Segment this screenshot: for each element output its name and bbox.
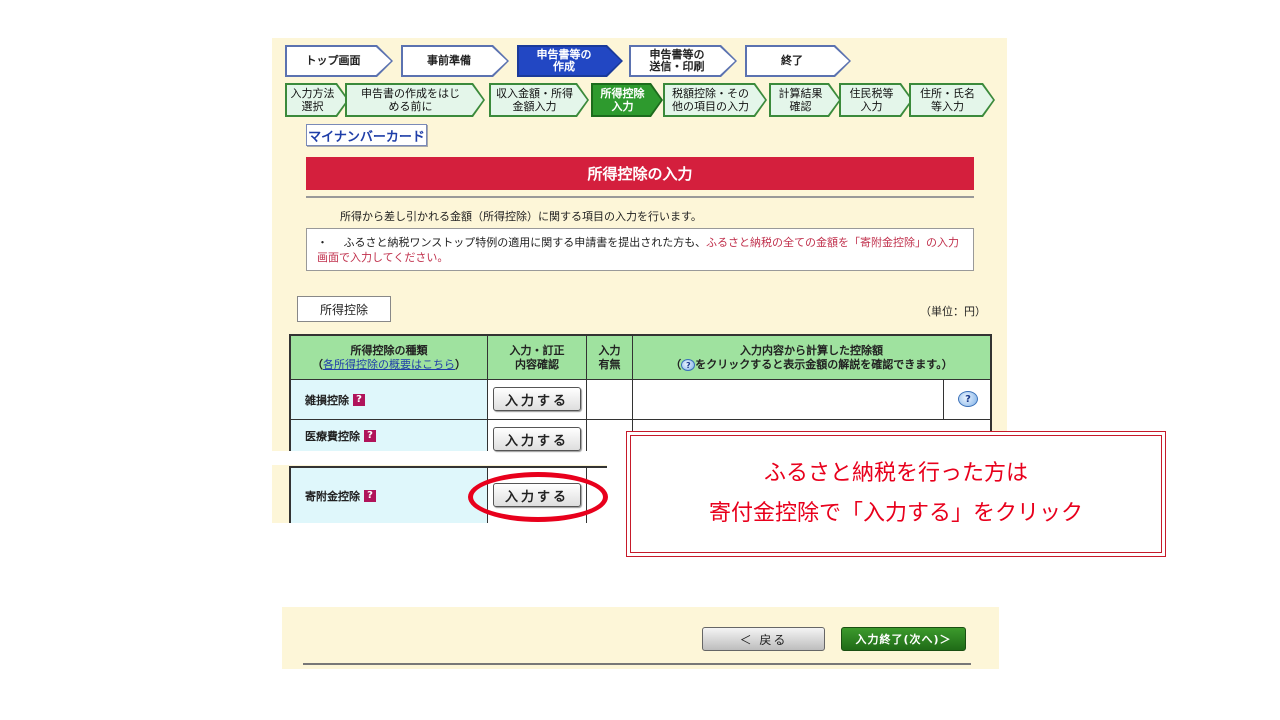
callout-line-1: ふるさと納税を行った方は	[763, 461, 1028, 486]
step-top-screen: トップ画面	[285, 45, 393, 77]
step-label: 終了	[747, 47, 849, 75]
step-send-print: 申告書等の 送信・印刷	[629, 45, 737, 77]
instruction-callout: ふるさと納税を行った方は 寄付金控除で「入力する」をクリック	[626, 431, 1166, 557]
row-casualty-loss: 雑損控除?	[289, 380, 488, 420]
substep-label: 収入金額・所得 金額入力	[491, 85, 587, 115]
callout-line-2: 寄付金控除で「入力する」をクリック	[708, 501, 1083, 526]
substep-label: 住民税等 入力	[841, 85, 911, 115]
step-label: 申告書等の 送信・印刷	[631, 47, 735, 75]
header-type-title: 所得控除の種類	[350, 343, 428, 357]
row-cell	[633, 380, 944, 420]
substep-label: 入力方法 選択	[287, 85, 347, 115]
substep-income-input: 収入金額・所得 金額入力	[489, 83, 589, 117]
nav-divider	[303, 663, 971, 665]
row-cell	[587, 380, 633, 420]
substep-result-confirm: 計算結果 確認	[769, 83, 841, 117]
substep-label: 所得控除 入力	[593, 85, 661, 115]
callout-inner: ふるさと納税を行った方は 寄付金控除で「入力する」をクリック	[630, 435, 1162, 553]
next-button[interactable]: 入力終了(次へ)＞	[841, 627, 966, 651]
mynumber-card-button[interactable]: マイナンバーカード	[306, 124, 427, 146]
substep-input-method: 入力方法 選択	[285, 83, 349, 117]
header-amount-note: をクリックすると表示金額の解説を確認できます。	[695, 357, 942, 371]
unit-label: （単位：円）	[920, 305, 986, 318]
enter-button-casualty[interactable]: 入力する	[493, 387, 581, 411]
back-button[interactable]: ＜ 戻る	[702, 627, 825, 651]
header-has-input: 入力 有無	[587, 334, 633, 380]
row-label: 寄附金控除	[305, 489, 360, 503]
section-label-deductions: 所得控除	[297, 296, 391, 322]
row-medical: 医療費控除?	[289, 420, 488, 451]
header-confirm: 入力・訂正 内容確認	[488, 334, 587, 380]
question-square-icon[interactable]: ?	[364, 429, 376, 442]
question-square-icon[interactable]: ?	[364, 489, 376, 502]
header-amount-title: 入力内容から計算した控除額	[740, 343, 883, 357]
substep-deduction-input: 所得控除 入力	[591, 83, 663, 117]
row-donation: 寄附金控除?	[289, 468, 488, 523]
header-deduction-type: 所得控除の種類 （各所得控除の概要はこちら）	[289, 334, 488, 380]
overview-link[interactable]: 各所得控除の概要はこちら	[323, 358, 455, 371]
row-label: 医療費控除	[305, 429, 360, 443]
substep-label: 住所・氏名 等入力	[911, 85, 993, 115]
question-square-icon[interactable]: ?	[353, 393, 365, 406]
title-divider	[306, 196, 974, 198]
question-bubble-icon[interactable]: ?	[958, 391, 978, 407]
substep-tax-credit: 税額控除・その 他の項目の入力	[663, 83, 767, 117]
header-amount: 入力内容から計算した控除額 （? をクリックすると表示金額の解説を確認できます。）	[633, 334, 992, 380]
step-finish: 終了	[745, 45, 851, 77]
notice-text: ふるさと納税ワンストップ特例の適用に関する申請書を提出された方も、	[343, 236, 706, 249]
step-label: トップ画面	[287, 47, 391, 75]
substep-label: 申告書の作成をはじ める前に	[347, 85, 483, 115]
substep-label: 計算結果 確認	[771, 85, 839, 115]
page-description: 所得から差し引かれる金額（所得控除）に関する項目の入力を行います。	[340, 210, 702, 223]
step-label: 申告書等の 作成	[519, 47, 621, 75]
notice-bullet: ・	[317, 236, 328, 249]
step-preparation: 事前準備	[401, 45, 509, 77]
page-title: 所得控除の入力	[306, 157, 974, 190]
substep-resident-tax: 住民税等 入力	[839, 83, 913, 117]
row-label: 雑損控除	[305, 393, 349, 407]
enter-button-medical[interactable]: 入力する	[493, 427, 581, 451]
step-label: 事前準備	[403, 47, 507, 75]
highlight-circle	[468, 472, 608, 522]
substep-address-name: 住所・氏名 等入力	[909, 83, 995, 117]
step-create-return: 申告書等の 作成	[517, 45, 623, 77]
question-bubble-icon: ?	[681, 358, 696, 371]
substep-before-start: 申告書の作成をはじ める前に	[345, 83, 485, 117]
notice-box: ・ ふるさと納税ワンストップ特例の適用に関する申請書を提出された方も、ふるさと納…	[306, 228, 974, 271]
substep-label: 税額控除・その 他の項目の入力	[665, 85, 765, 115]
